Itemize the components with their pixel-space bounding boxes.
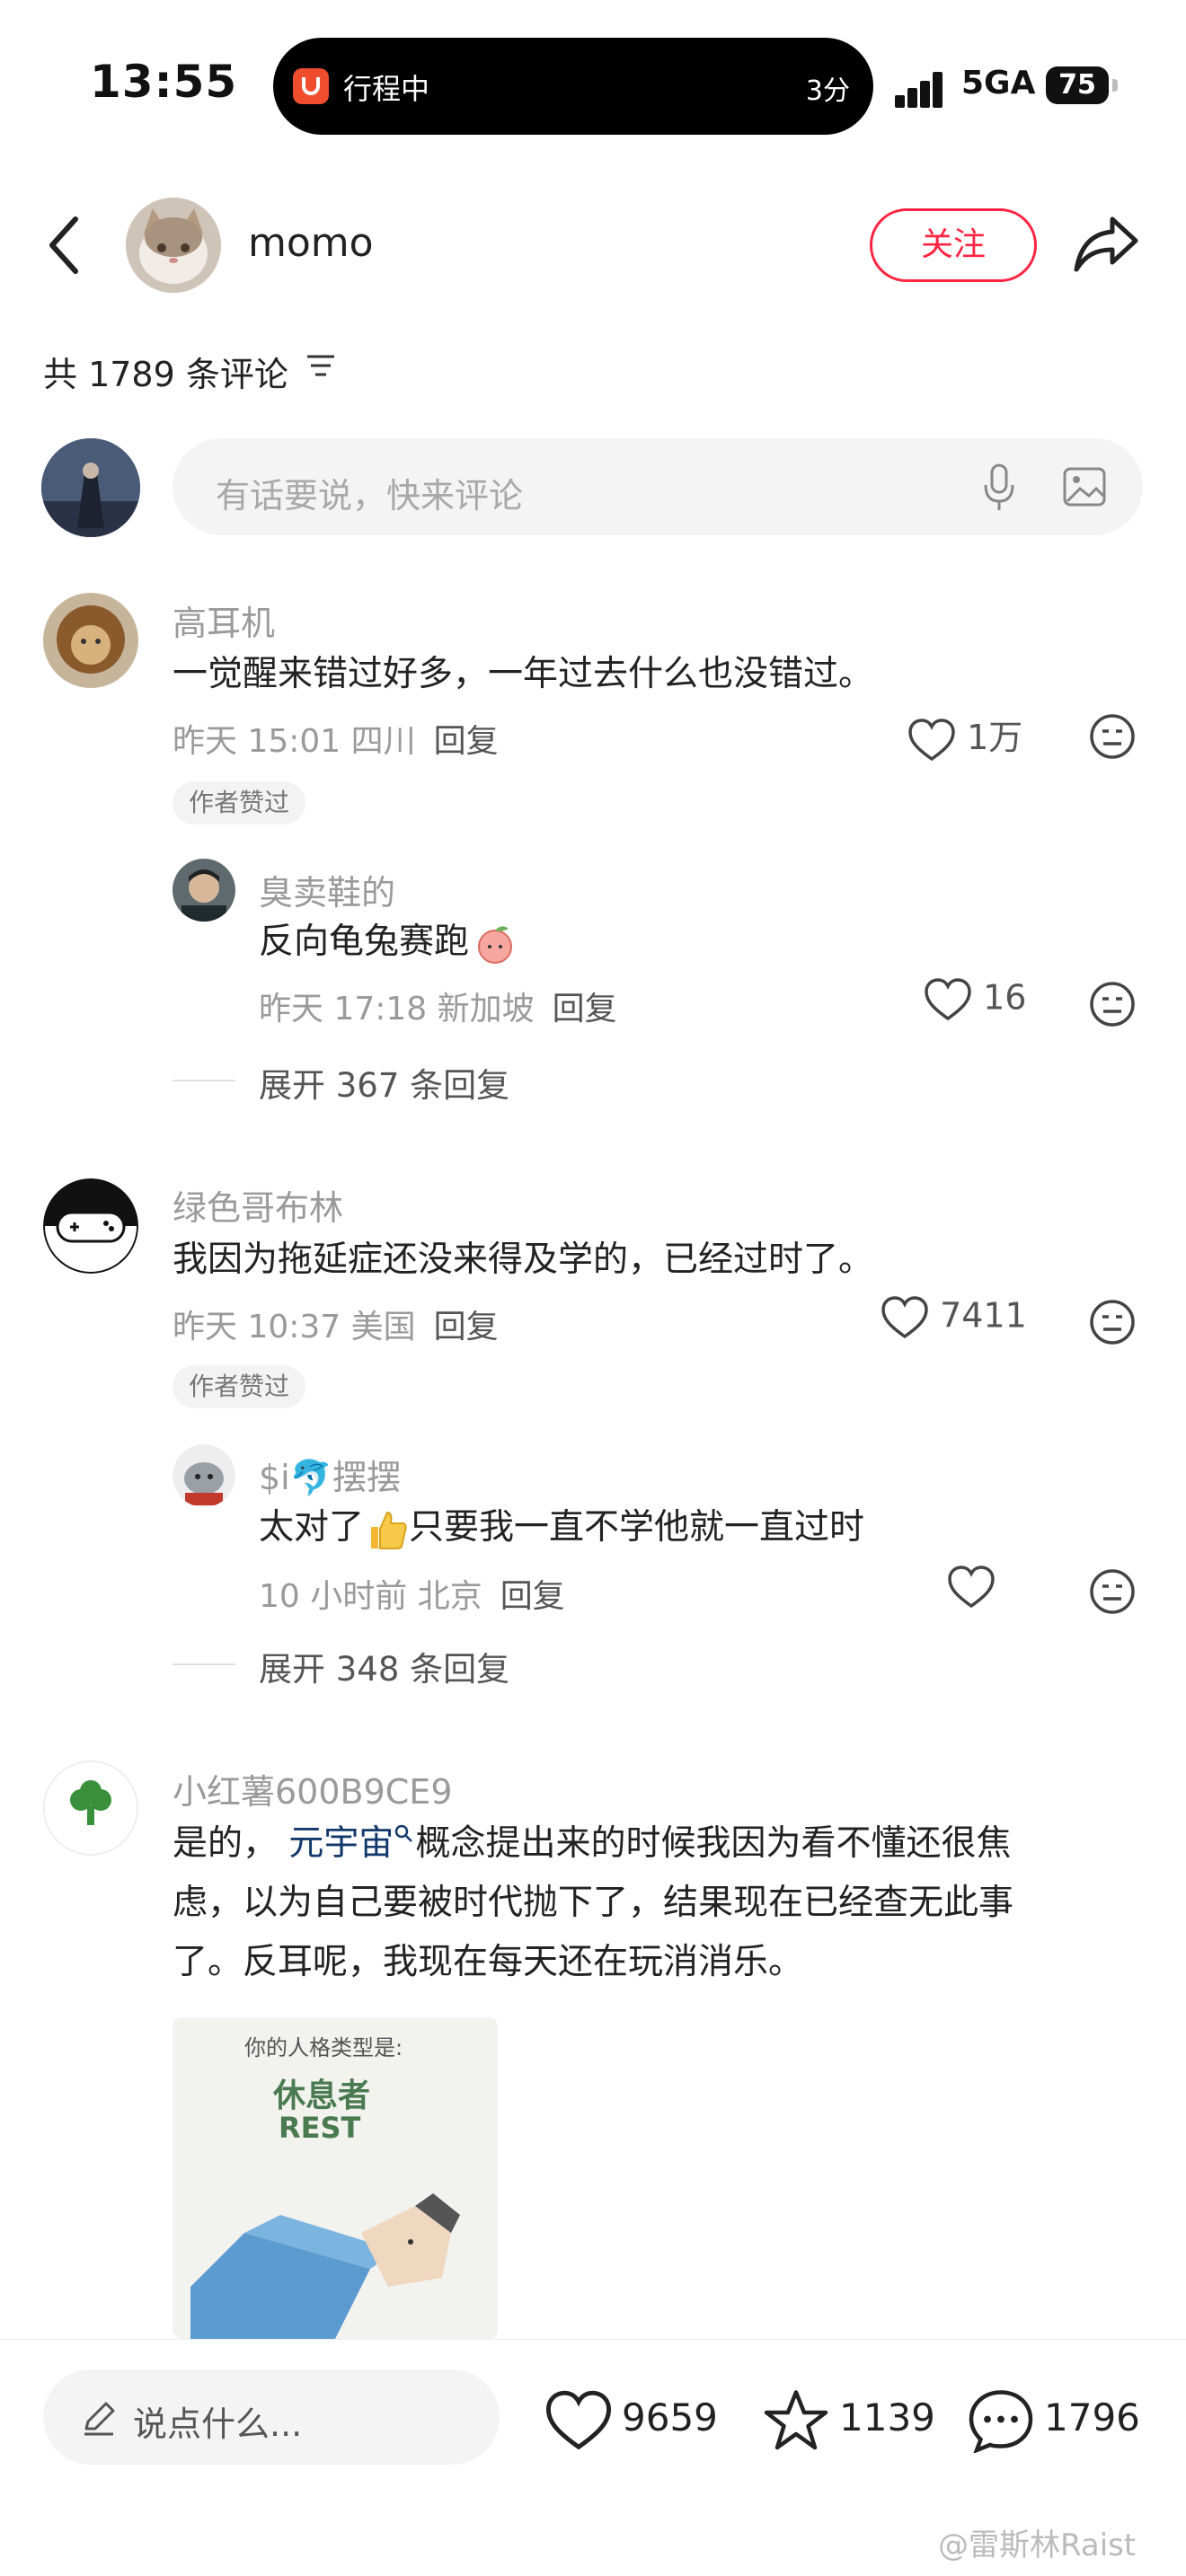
post-comment-button[interactable]: 1796 <box>967 2380 1140 2456</box>
reply-time-location: 昨天 17:18 新加坡 <box>259 991 535 1028</box>
reply-avatar[interactable] <box>173 859 235 922</box>
reply-button[interactable]: 回复 <box>434 723 499 760</box>
reply-avatar[interactable] <box>173 1444 235 1507</box>
say-something-label: 说点什么... <box>133 2404 303 2444</box>
commenter-avatar[interactable] <box>43 1760 138 1856</box>
network-type: 5GA <box>961 65 1036 101</box>
reply-name[interactable]: $i🐬摆摆 <box>259 1450 401 1499</box>
comment-text: 一觉醒来错过好多，一年过去什么也没错过。 <box>173 654 874 694</box>
like-button[interactable]: 1万 <box>907 710 1023 761</box>
mic-icon[interactable] <box>981 462 1017 512</box>
reply-name[interactable]: 臭卖鞋的 <box>259 865 395 914</box>
reply-button[interactable]: 回复 <box>553 991 617 1028</box>
reply-text-part2: 只要我一直不学他就一直过时 <box>409 1507 865 1548</box>
battery-icon: 75 <box>1046 66 1109 104</box>
divider <box>173 1663 235 1665</box>
trip-app-icon <box>293 68 329 104</box>
signal-icon <box>895 72 952 108</box>
post-comment-count: 1796 <box>1044 2395 1140 2439</box>
star-icon <box>764 2389 828 2449</box>
activity-label: 行程中 <box>343 72 430 106</box>
divider <box>173 1080 235 1081</box>
author-liked-badge: 作者赞过 <box>173 1365 306 1408</box>
author-liked-badge: 作者赞过 <box>173 781 306 825</box>
dislike-icon[interactable] <box>1089 713 1136 760</box>
reply-button[interactable]: 回复 <box>434 1309 499 1345</box>
card-type-cn: 休息者 <box>273 2078 371 2114</box>
post-collect-button[interactable]: 1139 <box>762 2380 935 2456</box>
commenter-avatar[interactable] <box>43 593 138 688</box>
heart-icon <box>948 1566 995 1609</box>
commenter-name[interactable]: 小红薯600B9CE9 <box>173 1764 453 1813</box>
comment-meta: 昨天 15:01 四川 回复 <box>173 715 499 762</box>
like-count: 7411 <box>940 1295 1027 1336</box>
commenter-name[interactable]: 绿色哥布林 <box>173 1180 343 1230</box>
comment-count: 共 1789 条评论 <box>43 355 288 394</box>
sort-icon[interactable] <box>305 352 336 379</box>
comment-input-placeholder: 有话要说，快来评论 <box>216 476 524 516</box>
say-something-input[interactable]: 说点什么... <box>43 2369 500 2465</box>
comment-bubble-icon <box>969 2389 1033 2454</box>
comment-input[interactable]: 有话要说，快来评论 <box>173 438 1143 535</box>
dynamic-island[interactable]: 行程中 3分 <box>273 38 873 135</box>
watermark: @雷斯林Raist <box>938 2527 1137 2563</box>
expand-replies-button[interactable]: 展开 348 条回复 <box>259 1642 509 1690</box>
reply-meta: 10 小时前 北京 回复 <box>259 1570 565 1617</box>
follow-button[interactable]: 关注 <box>870 208 1037 282</box>
reply-text: 太对了 只要我一直不学他就一直过时 <box>259 1498 864 1557</box>
expand-replies-button[interactable]: 展开 367 条回复 <box>259 1058 509 1107</box>
dislike-icon[interactable] <box>1089 1568 1136 1615</box>
heart-icon <box>545 2390 612 2449</box>
reply-time-location: 10 小时前 北京 <box>259 1578 482 1615</box>
my-avatar <box>41 438 140 537</box>
activity-duration: 3分 <box>805 75 850 107</box>
peach-emoji-icon <box>478 925 513 964</box>
post-collect-count: 1139 <box>839 2395 935 2439</box>
dislike-icon[interactable] <box>1089 1299 1136 1345</box>
share-icon[interactable] <box>1073 212 1139 275</box>
comment-text: 是的， 元宇宙 概念提出来的时候我因为看不懂还很焦 <box>173 1814 1011 1874</box>
reply-button[interactable]: 回复 <box>500 1578 565 1615</box>
comment-image[interactable]: 你的人格类型是: 休息者 REST <box>173 2017 498 2339</box>
thumbs-up-icon <box>371 1511 407 1549</box>
comment-time-location: 昨天 10:37 美国 <box>173 1309 416 1345</box>
pencil-icon <box>84 2402 115 2436</box>
comment-text-line3: 了。反耳呢，我现在每天还在玩消消乐。 <box>173 1942 804 1982</box>
comment-text-part2: 概念提出来的时候我因为看不懂还很焦 <box>415 1823 1012 1864</box>
reply-text-content: 反向龟兔赛跑 <box>259 922 470 962</box>
topic-link[interactable]: 元宇宙 <box>288 1823 394 1864</box>
commenter-name[interactable]: 高耳机 <box>173 595 275 645</box>
comment-time-location: 昨天 15:01 四川 <box>173 723 416 760</box>
back-icon[interactable] <box>47 214 83 277</box>
card-caption: 你的人格类型是: <box>244 2035 403 2060</box>
battery-tip <box>1112 79 1118 92</box>
like-count: 1万 <box>967 718 1023 757</box>
author-avatar[interactable] <box>126 198 221 293</box>
like-button[interactable]: 7411 <box>881 1295 1027 1345</box>
like-count: 16 <box>983 977 1027 1018</box>
image-icon[interactable] <box>1062 465 1107 508</box>
dislike-icon[interactable] <box>1089 981 1136 1028</box>
commenter-avatar[interactable] <box>43 1178 138 1274</box>
status-time: 13:55 <box>90 56 238 108</box>
post-like-button[interactable]: 9659 <box>544 2380 718 2456</box>
card-type-en: REST <box>279 2111 361 2145</box>
reply-like-button[interactable] <box>947 1565 996 1615</box>
comment-text: 我因为拖延症还没来得及学的，已经过时了。 <box>173 1239 874 1280</box>
reply-text-part1: 太对了 <box>259 1507 365 1548</box>
resting-person-illustration <box>190 2193 460 2339</box>
search-icon <box>395 1824 413 1842</box>
author-name[interactable]: momo <box>248 220 374 266</box>
reply-text: 反向龟兔赛跑 <box>259 913 518 972</box>
comment-meta: 昨天 10:37 美国 回复 <box>173 1301 499 1347</box>
heart-icon <box>881 1296 928 1339</box>
heart-icon <box>925 978 971 1021</box>
reply-meta: 昨天 17:18 新加坡 回复 <box>259 983 617 1029</box>
heart-icon <box>908 718 955 761</box>
post-like-count: 9659 <box>622 2395 718 2439</box>
reply-like-button[interactable]: 16 <box>924 977 1026 1028</box>
comment-text-line2: 虑，以为自己要被时代抛下了，结果现在已经查无此事 <box>173 1883 1014 1923</box>
comment-text-part1: 是的， <box>173 1823 279 1864</box>
